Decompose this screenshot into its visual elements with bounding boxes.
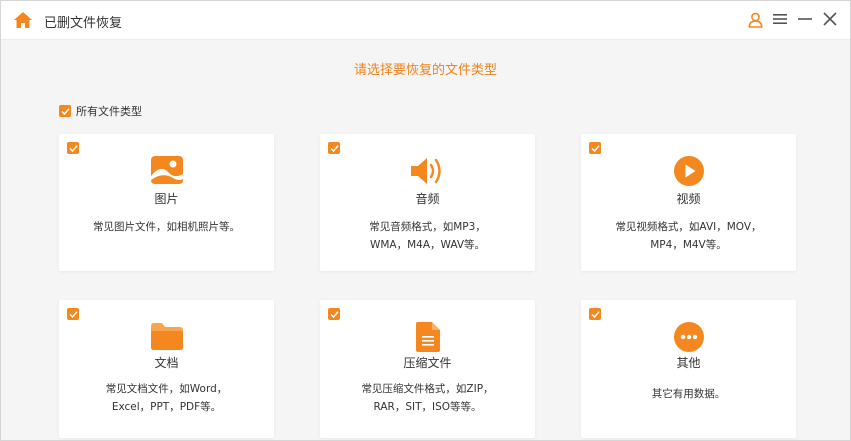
card-checkbox[interactable] <box>589 142 601 154</box>
file-type-card-audio[interactable]: 音频 常见音频格式，如MP3， WMA，M4A，WAV等。 <box>320 134 535 271</box>
card-description-line: 常见音频格式，如MP3， <box>369 221 486 233</box>
card-description-line: RAR，SIT，ISO等等。 <box>373 401 482 413</box>
close-icon[interactable] <box>820 9 840 31</box>
window-title: 已删文件恢复 <box>44 16 123 31</box>
file-type-card-other[interactable]: 其他 其它有用数据。 <box>581 300 796 438</box>
card-name: 图片 <box>154 192 179 206</box>
minimize-icon[interactable] <box>795 9 815 31</box>
card-description-line: Excel，PPT，PDF等。 <box>111 401 222 413</box>
card-description-line: 常见图片文件，如相机照片等。 <box>93 221 240 233</box>
card-description: 常见图片文件，如相机照片等。 <box>69 218 264 236</box>
file-type-card-video[interactable]: 视频 常见视频格式，如AVI，MOV， MP4，M4V等。 <box>581 134 796 271</box>
card-checkbox[interactable] <box>328 308 340 320</box>
card-description-line: MP4，M4V等。 <box>650 239 727 251</box>
card-name: 压缩文件 <box>403 356 452 370</box>
card-checkbox[interactable] <box>589 308 601 320</box>
app-window: 已删文件恢复 请选择要恢复的文件类型 所有文件类型 图片 常见图片文件，如相机照… <box>0 0 851 441</box>
card-checkbox[interactable] <box>67 142 79 154</box>
card-name: 其他 <box>676 356 701 370</box>
archive-icon <box>415 322 440 356</box>
user-icon[interactable] <box>745 9 765 31</box>
more-icon <box>673 322 704 356</box>
card-description: 常见文档文件，如Word， Excel，PPT，PDF等。 <box>69 380 264 416</box>
folder-icon <box>150 322 183 354</box>
file-type-card-archives[interactable]: 压缩文件 常见压缩文件格式，如ZIP， RAR，SIT，ISO等等。 <box>320 300 535 438</box>
card-name: 音频 <box>415 192 440 206</box>
file-type-card-images[interactable]: 图片 常见图片文件，如相机照片等。 <box>59 134 274 271</box>
card-description-line: 常见文档文件，如Word， <box>105 383 228 395</box>
card-description-line: 常见压缩文件格式，如ZIP， <box>361 383 494 395</box>
page-heading: 请选择要恢复的文件类型 <box>353 63 497 78</box>
select-all-label: 所有文件类型 <box>76 105 142 118</box>
play-icon <box>673 156 704 190</box>
select-all-checkbox[interactable]: 所有文件类型 <box>59 103 142 119</box>
card-checkbox[interactable] <box>328 142 340 154</box>
card-description: 常见压缩文件格式，如ZIP， RAR，SIT，ISO等等。 <box>330 380 525 416</box>
home-icon[interactable] <box>13 10 33 30</box>
menu-icon[interactable] <box>770 9 790 31</box>
title-bar: 已删文件恢复 <box>1 1 850 40</box>
speaker-icon <box>410 156 445 190</box>
card-description: 其它有用数据。 <box>591 385 786 403</box>
card-description-line: 其它有用数据。 <box>651 388 726 400</box>
file-type-card-documents[interactable]: 文档 常见文档文件，如Word， Excel，PPT，PDF等。 <box>59 300 274 438</box>
card-description-line: 常见视频格式，如AVI，MOV， <box>615 221 762 233</box>
image-icon <box>150 156 183 188</box>
card-description: 常见视频格式，如AVI，MOV， MP4，M4V等。 <box>591 218 786 254</box>
checkbox-checked-icon[interactable] <box>59 105 71 117</box>
card-name: 文档 <box>154 356 179 370</box>
card-description-line: WMA，M4A，WAV等。 <box>369 239 486 251</box>
card-name: 视频 <box>676 192 701 206</box>
card-description: 常见音频格式，如MP3， WMA，M4A，WAV等。 <box>330 218 525 254</box>
card-checkbox[interactable] <box>67 308 79 320</box>
